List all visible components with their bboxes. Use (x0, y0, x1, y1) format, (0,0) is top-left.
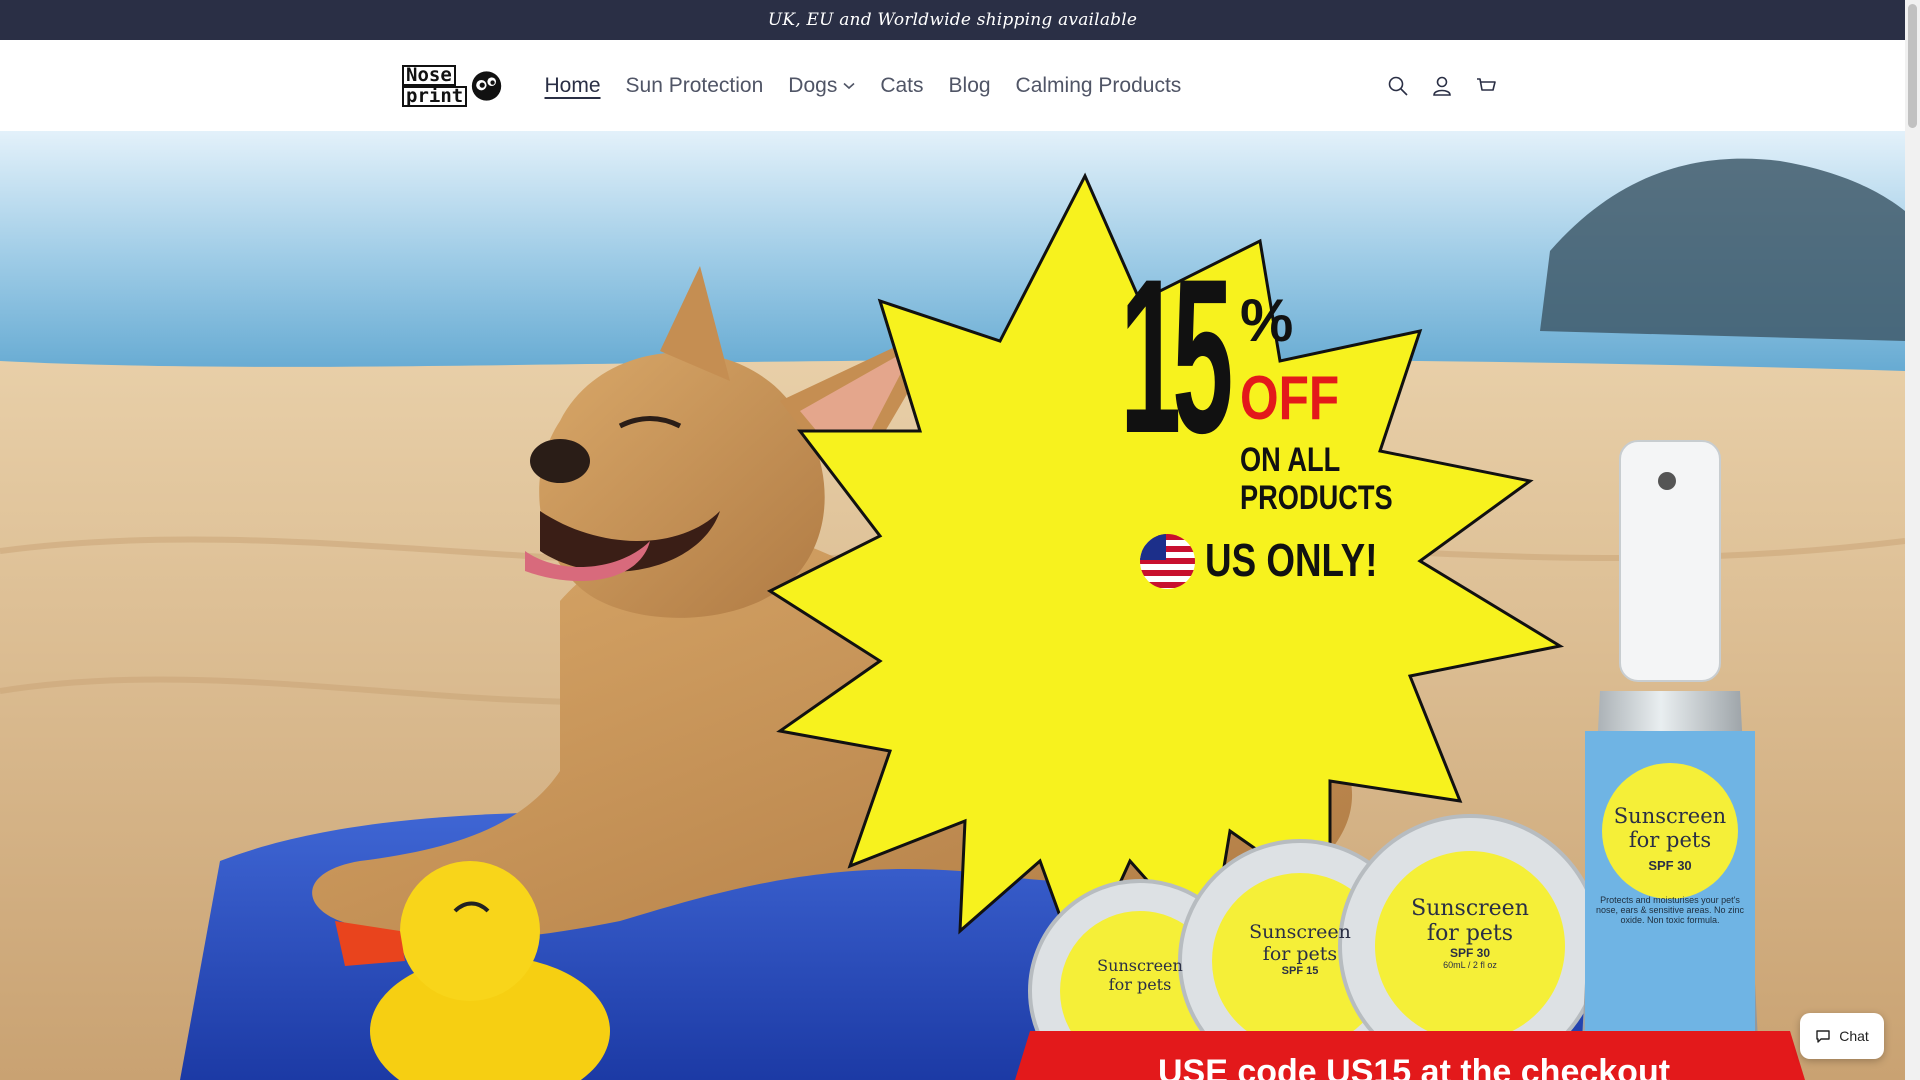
badge-number: 15 (1120, 233, 1233, 479)
account-icon (1433, 76, 1451, 96)
us-flag-icon (1140, 534, 1195, 589)
tin-mid-line-2: for pets (1262, 943, 1338, 965)
scrollbar-thumb[interactable] (1908, 4, 1917, 128)
cart-icon (1477, 77, 1496, 91)
search-icon (1388, 76, 1408, 96)
badge-country: US ONLY! (1205, 534, 1378, 586)
bottle-desc: Protects and moisturises your pet's nose… (1595, 895, 1745, 925)
bottle-spf: SPF 30 (1648, 858, 1692, 873)
badge-line-1: ON ALL (1240, 441, 1341, 479)
tin-mid-line-1: Sunscreen (1249, 921, 1351, 943)
search-button[interactable] (1385, 73, 1411, 99)
bottle-label-line-2: for pets (1628, 828, 1712, 852)
nav-sun-protection-label: Sun Protection (625, 73, 764, 97)
hero-banner[interactable]: 15 % OFF ON ALL PRODUCTS US ONLY! Sunscr… (0, 131, 1905, 1080)
paw-nose-icon (472, 71, 502, 101)
brand-logo[interactable]: Nose print (402, 64, 504, 108)
page-scrollbar[interactable] (1905, 0, 1920, 1080)
hero-scene (0, 131, 1905, 1080)
bottle-label-line-1: Sunscreen (1613, 804, 1727, 828)
nav-home-label: Home (544, 73, 601, 97)
site-header: Nose print Home Sun Protection Dogs Cats (0, 40, 1905, 132)
tin-small-line-1: Sunscreen (1097, 956, 1183, 975)
chevron-down-icon (843, 82, 855, 89)
logo-line-1: Nose (402, 65, 456, 86)
tin-large-line-1: Sunscreen (1411, 896, 1529, 921)
badge-off: OFF (1240, 364, 1340, 433)
nav-cats-label: Cats (880, 73, 924, 97)
tin-small-line-2: for pets (1108, 975, 1172, 994)
announcement-text: UK, EU and Worldwide shipping available (767, 10, 1138, 30)
tin-mid-spf: SPF 15 (1281, 965, 1319, 977)
badge-percent: % (1240, 287, 1294, 354)
tin-large-size: 60mL / 2 fl oz (1443, 960, 1497, 970)
promo-banner-text: USE code US15 at the checkout (1158, 1053, 1671, 1080)
nav-cats[interactable]: Cats (868, 74, 936, 98)
tin-large-label: Sunscreen for pets SPF 30 60mL / 2 fl oz (1400, 896, 1540, 970)
nav-blog[interactable]: Blog (936, 74, 1003, 98)
nav-calming-products[interactable]: Calming Products (1003, 74, 1194, 98)
chat-button[interactable]: Chat (1800, 1013, 1884, 1059)
cart-button[interactable] (1473, 73, 1499, 99)
bottle-label: Sunscreen for pets SPF 30 Protects and m… (1595, 804, 1745, 925)
nav-blog-label: Blog (948, 73, 991, 97)
nav-calming-products-label: Calming Products (1015, 73, 1182, 97)
main-nav: Home Sun Protection Dogs Cats Blog Calmi… (532, 40, 1194, 131)
header-icons (1385, 40, 1499, 131)
account-button[interactable] (1429, 73, 1455, 99)
tin-mid-label: Sunscreen for pets SPF 15 (1235, 921, 1365, 977)
nav-home[interactable]: Home (532, 74, 613, 98)
nav-dogs-label: Dogs (788, 73, 838, 97)
nav-dogs[interactable]: Dogs (776, 74, 868, 98)
chat-bubble-icon (1816, 1030, 1830, 1043)
logo-wordmark: Nose print (402, 65, 468, 107)
tin-large-spf: SPF 30 (1449, 946, 1491, 960)
badge-line-2: PRODUCTS (1240, 479, 1393, 517)
tin-large-line-2: for pets (1426, 921, 1514, 946)
nav-sun-protection[interactable]: Sun Protection (613, 74, 776, 98)
chat-label: Chat (1839, 1028, 1869, 1044)
tin-small-label: Sunscreen for pets (1085, 956, 1195, 994)
announcement-bar: UK, EU and Worldwide shipping available (0, 0, 1905, 40)
logo-line-2: print (402, 86, 468, 107)
